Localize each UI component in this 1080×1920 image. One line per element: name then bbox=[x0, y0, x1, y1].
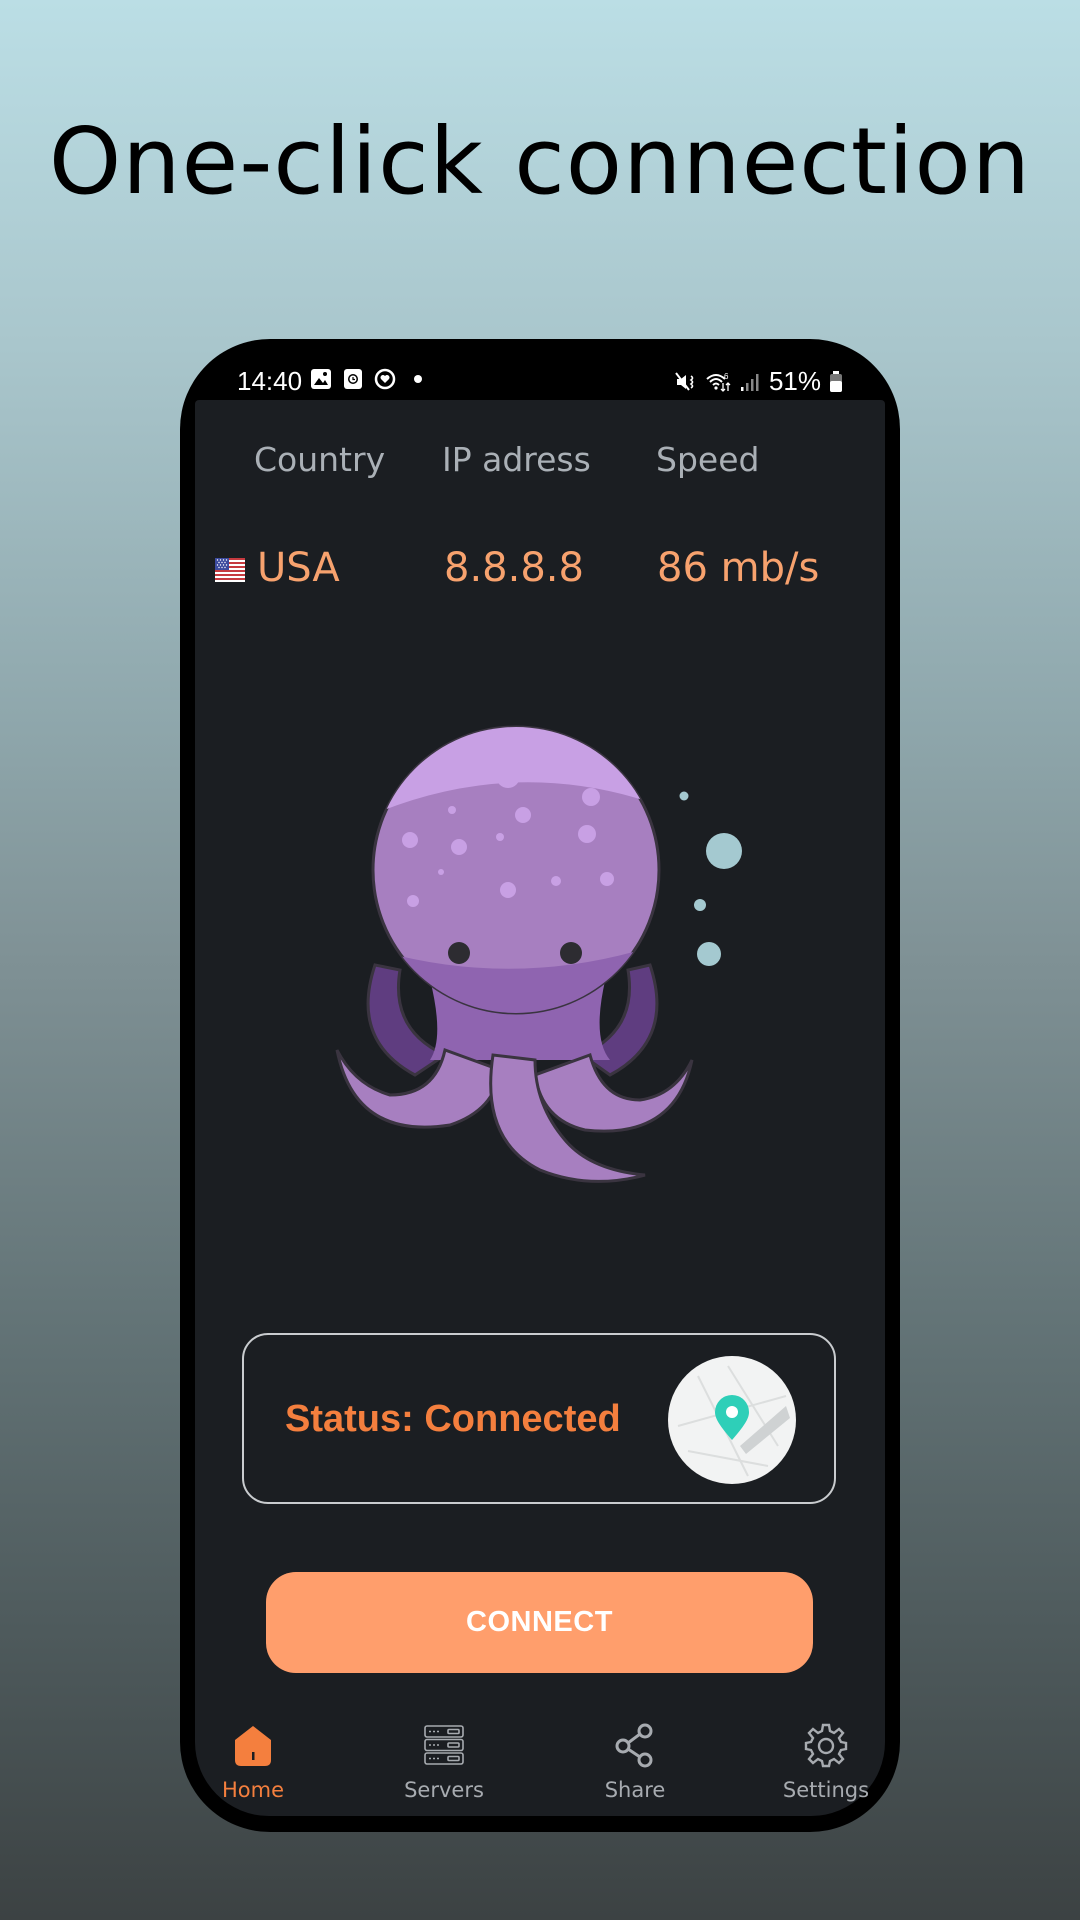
nav-home[interactable]: Home bbox=[178, 1722, 328, 1802]
settings-gear-icon bbox=[804, 1723, 848, 1768]
value-ip: 8.8.8.8 bbox=[444, 545, 584, 591]
connect-button[interactable]: CONNECT bbox=[266, 1572, 813, 1673]
nav-home-label: Home bbox=[221, 1778, 284, 1802]
nav-servers-label: Servers bbox=[404, 1778, 484, 1802]
nav-share-label: Share bbox=[604, 1778, 666, 1802]
notification-dot bbox=[414, 375, 422, 383]
gallery-icon bbox=[311, 369, 331, 389]
header-ip: IP adress bbox=[442, 440, 591, 479]
header-country: Country bbox=[254, 440, 386, 479]
status-time: 14:40 bbox=[237, 366, 303, 396]
nav-share[interactable]: Share bbox=[560, 1722, 710, 1802]
share-icon bbox=[615, 1723, 653, 1768]
screen-record-icon bbox=[344, 369, 362, 389]
svg-text:6: 6 bbox=[724, 372, 729, 381]
home-icon bbox=[235, 1726, 271, 1766]
mute-vibrate-icon bbox=[675, 371, 694, 391]
nav-settings-label: Settings bbox=[782, 1778, 870, 1802]
map-location-icon[interactable] bbox=[668, 1356, 796, 1484]
value-country: USA bbox=[257, 545, 340, 591]
health-icon bbox=[374, 368, 396, 390]
servers-icon bbox=[424, 1725, 464, 1765]
battery-percent: 51% bbox=[768, 366, 821, 396]
battery-icon bbox=[830, 370, 842, 392]
octopus-mascot-illustration bbox=[335, 725, 742, 1183]
connection-status: Status: Connected bbox=[285, 1398, 621, 1440]
us-flag-icon bbox=[215, 558, 245, 582]
status-bar: 14:40 6 51% bbox=[195, 358, 885, 402]
nav-servers[interactable]: Servers bbox=[369, 1722, 519, 1802]
header-speed: Speed bbox=[656, 440, 760, 479]
nav-settings[interactable]: Settings bbox=[751, 1722, 901, 1802]
signal-icon bbox=[740, 373, 759, 391]
wifi-6-icon: 6 bbox=[706, 372, 731, 392]
value-speed: 86 mb/s bbox=[657, 545, 820, 591]
headline: One-click connection bbox=[48, 108, 1032, 215]
